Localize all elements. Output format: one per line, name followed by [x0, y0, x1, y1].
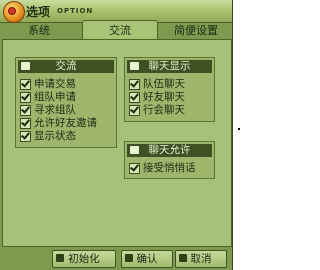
checkmark-icon — [21, 91, 30, 101]
tab-system[interactable]: 系统 — [12, 22, 66, 39]
communication-group-title: 交流 — [55, 60, 77, 72]
checkbox[interactable] — [20, 104, 31, 116]
checkbox[interactable] — [129, 104, 140, 116]
chat-display-group: 聊天显示 队伍聊天 好友聊天 行会聊天 — [124, 57, 215, 122]
checkmark-icon — [21, 78, 30, 88]
checkbox-label: 好友聊天 — [143, 91, 185, 103]
checkbox-label: 允许好友邀请 — [34, 117, 97, 129]
chat-allow-group: 聊天允许 接受悄悄话 — [124, 141, 215, 179]
checkbox[interactable] — [129, 162, 140, 174]
tab-quick-settings[interactable]: 简便设置 — [164, 22, 228, 39]
tab-content-panel: 交流 申请交易 组队申请 寻求组队 允许好友邀请 显示状态 聊天显示 队伍聊天 … — [2, 39, 232, 247]
cancel-icon — [179, 254, 187, 262]
window-title-en: OPTION — [57, 7, 94, 15]
cancel-button[interactable]: 取消 — [175, 250, 227, 268]
reset-button[interactable]: 初始化 — [52, 250, 116, 268]
options-window: 选项 OPTION 系统 交流 简便设置 交流 申请交易 组队申请 寻求组队 允… — [0, 0, 233, 270]
checkbox-label: 组队申请 — [34, 91, 76, 103]
reset-icon — [56, 254, 64, 262]
chat-allow-group-title: 聊天允许 — [148, 144, 191, 156]
button-bar: 初始化 确认 取消 — [0, 248, 232, 270]
tab-communication[interactable]: 交流 — [82, 20, 158, 40]
checkbox-label: 申请交易 — [34, 78, 76, 90]
communication-group-header: 交流 — [18, 60, 114, 73]
confirm-icon — [125, 254, 133, 262]
checkmark-icon — [130, 104, 139, 114]
checkbox[interactable] — [20, 91, 31, 103]
checkmark-icon — [21, 104, 30, 114]
confirm-button-label: 确认 — [136, 253, 158, 265]
confirm-button[interactable]: 确认 — [121, 250, 173, 268]
game-logo-icon — [3, 1, 25, 23]
communication-group: 交流 申请交易 组队申请 寻求组队 允许好友邀请 显示状态 — [15, 57, 117, 148]
tab-bar: 系统 交流 简便设置 — [0, 20, 232, 40]
checkbox-label: 寻求组队 — [34, 104, 76, 116]
checkbox-label: 队伍聊天 — [143, 78, 185, 90]
checkbox[interactable] — [20, 78, 31, 90]
chat-display-group-header: 聊天显示 — [127, 60, 212, 73]
checkmark-icon — [21, 130, 30, 140]
chat-allow-group-header: 聊天允许 — [127, 144, 212, 157]
checkmark-icon — [21, 117, 30, 127]
checkbox-label: 显示状态 — [34, 130, 76, 142]
checkmark-icon — [130, 78, 139, 88]
mouse-cursor-dot — [238, 128, 240, 130]
checkmark-icon — [130, 162, 139, 172]
cancel-button-label: 取消 — [190, 253, 212, 265]
checkbox[interactable] — [129, 91, 140, 103]
window-title: 选项 — [26, 5, 51, 19]
checkbox[interactable] — [20, 117, 31, 129]
checkbox-label: 行会聊天 — [143, 104, 185, 116]
reset-button-label: 初始化 — [68, 253, 100, 265]
chat-display-group-title: 聊天显示 — [148, 60, 191, 72]
checkmark-icon — [130, 91, 139, 101]
checkbox[interactable] — [129, 78, 140, 90]
checkbox[interactable] — [20, 130, 31, 142]
checkbox-label: 接受悄悄话 — [143, 162, 196, 174]
